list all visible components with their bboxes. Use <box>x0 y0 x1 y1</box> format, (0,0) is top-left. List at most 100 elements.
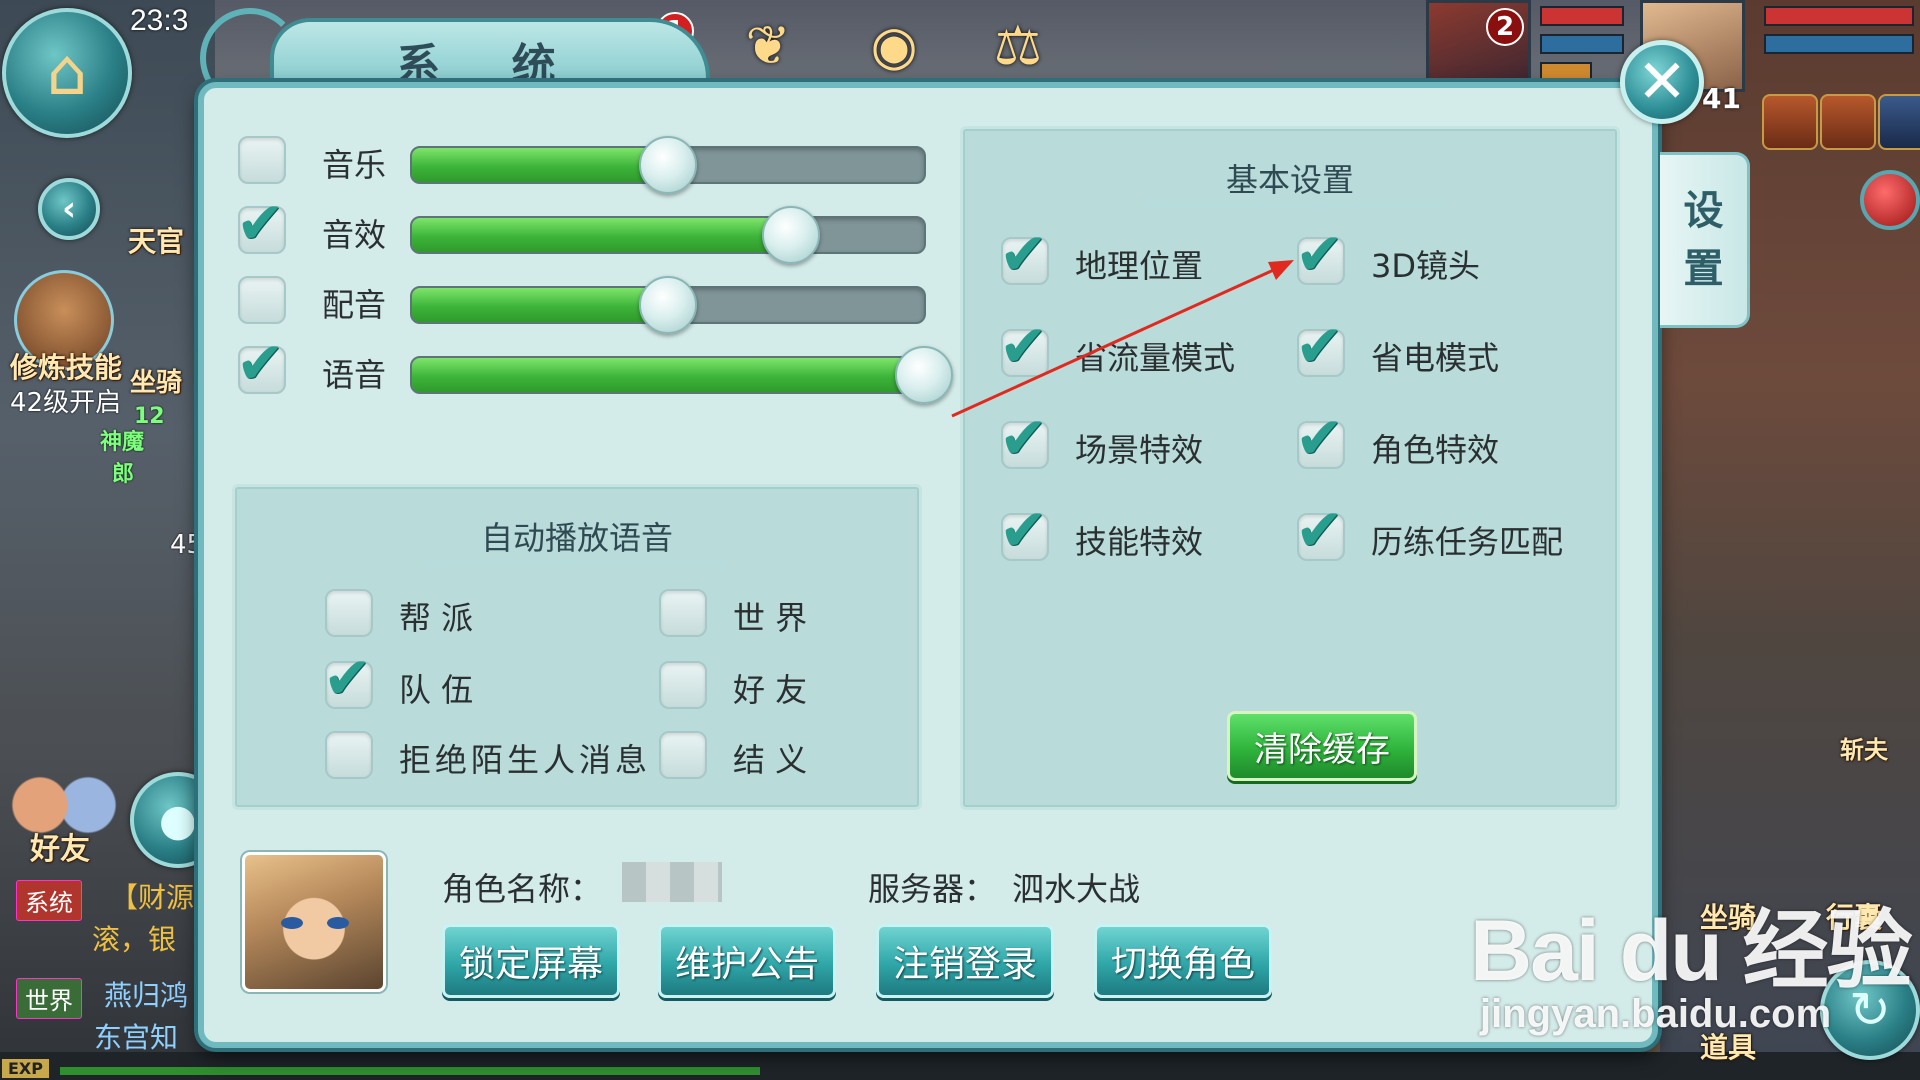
buff-icon-2[interactable] <box>1820 94 1876 150</box>
voice-slider-fill <box>412 358 924 392</box>
team-mp-bar-1 <box>1540 34 1624 54</box>
portrait-eye-left <box>281 917 303 929</box>
background-bottom-bar <box>0 1052 1920 1080</box>
camera-3d-label: 3D镜头 <box>1371 247 1481 285</box>
skill-level-label: 42级开启 <box>10 388 122 418</box>
basic-settings-title: 基本设置 <box>1225 161 1354 199</box>
chat-tag-world: 世界 <box>16 978 82 1019</box>
player-mp-bar <box>1764 34 1914 54</box>
team-sp-bar-1 <box>1540 62 1592 82</box>
close-button[interactable]: ✕ <box>1620 40 1704 124</box>
system-dialog: ✔ 音乐 ✔ 音效 ✔ 配音 ✔ 语音 自动播放语音 ✔ 帮 <box>198 82 1658 1048</box>
sfx-slider-fill <box>412 218 791 252</box>
friend-checkbox[interactable]: ✔ <box>659 661 707 709</box>
music-checkbox[interactable]: ✔ <box>238 136 286 184</box>
world-checkbox[interactable]: ✔ <box>659 589 707 637</box>
basic-settings-panel: 基本设置 ✔ 地理位置 ✔ 3D镜头 ✔ 省流量模式 ✔ 省电模式 ✔ 场景特效… <box>960 126 1620 810</box>
role-name-label: 角色名称： <box>442 870 603 908</box>
portrait-eye-right <box>327 917 349 929</box>
team-checkbox[interactable]: ✔ <box>323 649 373 709</box>
voice-checkbox[interactable]: ✔ <box>236 334 286 394</box>
red-orb-icon[interactable] <box>1860 170 1920 230</box>
geo-location-checkbox[interactable]: ✔ <box>999 225 1049 285</box>
music-slider-knob[interactable] <box>639 136 697 194</box>
check-icon: ✔ <box>999 220 1048 288</box>
scene-effects-checkbox[interactable]: ✔ <box>999 409 1049 469</box>
clear-cache-button[interactable]: 清除缓存 <box>1227 711 1417 781</box>
check-icon: ✔ <box>1295 220 1344 288</box>
dub-slider[interactable] <box>410 276 926 334</box>
chat-line-system[interactable]: 【财源 <box>110 876 194 916</box>
character-effects-checkbox[interactable]: ✔ <box>1295 409 1345 469</box>
dub-checkbox[interactable]: ✔ <box>238 276 286 324</box>
team-badge: 2 <box>1486 8 1524 46</box>
voice-slider[interactable] <box>410 346 953 404</box>
wings-icon[interactable]: ❦ <box>720 0 816 90</box>
lock-screen-button[interactable]: 锁定屏幕 <box>442 924 620 998</box>
power-saver-checkbox[interactable]: ✔ <box>1295 317 1345 377</box>
settings-side-tab[interactable]: 设 置 <box>1660 152 1750 328</box>
auto-play-panel: 自动播放语音 ✔ 帮 派 ✔ 世 界 ✔ 队 伍 ✔ 好 友 ✔ 拒绝陌生人消息… <box>232 484 922 810</box>
data-saver-checkbox[interactable]: ✔ <box>999 317 1049 377</box>
auto-play-title-decoration <box>425 561 725 565</box>
baidu-watermark: Bai du 经验 <box>1470 903 1913 999</box>
trial-matching-checkbox[interactable]: ✔ <box>1295 501 1345 561</box>
basic-settings-title-decoration <box>1143 203 1443 207</box>
team-hp-bar-1 <box>1540 6 1624 26</box>
friends-label: 好友 <box>30 832 90 867</box>
clock-text: 23:3 <box>130 4 189 37</box>
castle-icon: ⌂ <box>46 36 88 110</box>
gang-label: 帮 派 <box>399 599 474 637</box>
voice-slider-knob[interactable] <box>895 346 953 404</box>
skill-effects-checkbox[interactable]: ✔ <box>999 501 1049 561</box>
voice-label: 语音 <box>322 356 387 394</box>
back-button[interactable]: ‹ <box>38 178 100 240</box>
chat-line-world-2[interactable]: 东宫知 <box>94 1016 178 1056</box>
dub-slider-knob[interactable] <box>639 276 697 334</box>
check-icon: ✔ <box>1295 312 1344 380</box>
scene-effects-label: 场景特效 <box>1075 431 1204 469</box>
logout-button[interactable]: 注销登录 <box>876 924 1054 998</box>
skill-label: 修炼技能 <box>10 351 123 384</box>
chat-tag-system: 系统 <box>16 880 82 921</box>
castle-button[interactable]: ⌂ <box>2 8 132 138</box>
zhanfu-label: 斩夫 <box>1840 736 1888 764</box>
sfx-checkbox[interactable]: ✔ <box>236 194 286 254</box>
sworn-checkbox[interactable]: ✔ <box>659 731 707 779</box>
gold-coin-icon[interactable]: ◉ <box>846 0 942 90</box>
power-saver-label: 省电模式 <box>1371 339 1500 377</box>
exp-label: EXP <box>2 1059 49 1078</box>
back-arrow-icon: ‹ <box>61 189 76 229</box>
world-label: 世 界 <box>733 599 808 637</box>
music-label: 音乐 <box>322 146 387 184</box>
character-effects-label: 角色特效 <box>1371 431 1500 469</box>
dub-label: 配音 <box>322 286 387 324</box>
gang-checkbox[interactable]: ✔ <box>325 589 373 637</box>
buff-icon-3[interactable] <box>1878 94 1920 150</box>
switch-character-button[interactable]: 切换角色 <box>1094 924 1272 998</box>
sfx-slider[interactable] <box>410 206 926 264</box>
buff-icon-1[interactable] <box>1762 94 1818 150</box>
skill-effects-label: 技能特效 <box>1075 523 1204 561</box>
check-icon: ✔ <box>999 312 1048 380</box>
check-icon: ✔ <box>1295 404 1344 472</box>
exp-bar <box>60 1067 760 1075</box>
check-icon: ✔ <box>999 404 1048 472</box>
camera-3d-checkbox[interactable]: ✔ <box>1295 225 1345 285</box>
sfx-slider-knob[interactable] <box>761 206 820 264</box>
geo-location-label: 地理位置 <box>1075 247 1204 285</box>
auto-play-title: 自动播放语音 <box>480 519 673 557</box>
mount-label-left: 坐骑 <box>130 368 183 398</box>
check-icon: ✔ <box>323 644 372 712</box>
check-icon: ✔ <box>236 329 285 397</box>
scales-icon[interactable]: ⚖ <box>970 0 1066 90</box>
dub-slider-fill <box>412 288 668 322</box>
chat-line-system-2[interactable]: 滚，银 <box>92 918 176 958</box>
trial-matching-label: 历练任务匹配 <box>1371 523 1564 561</box>
maintenance-notice-button[interactable]: 维护公告 <box>658 924 836 998</box>
reject-stranger-checkbox[interactable]: ✔ <box>325 731 373 779</box>
chat-line-world[interactable]: 燕归鸿 <box>104 974 188 1014</box>
settings-side-tab-line-1: 设 <box>1683 188 1724 234</box>
check-icon: ✔ <box>1295 496 1344 564</box>
music-slider[interactable] <box>410 136 926 194</box>
